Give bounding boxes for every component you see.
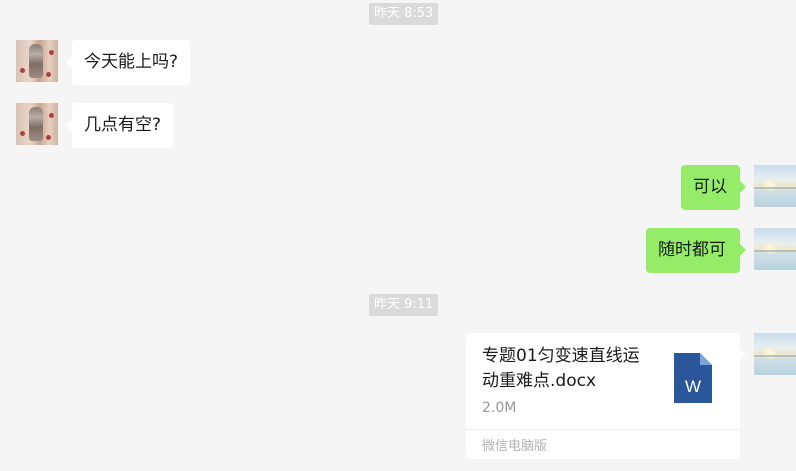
avatar-decoration bbox=[49, 113, 54, 118]
avatar-figure bbox=[29, 107, 43, 141]
word-icon-letter: W bbox=[685, 377, 701, 396]
self-avatar[interactable] bbox=[754, 165, 796, 207]
file-source-label: 微信电脑版 bbox=[482, 439, 548, 454]
file-size: 2.0M bbox=[482, 400, 517, 416]
friend-avatar[interactable] bbox=[16, 103, 58, 145]
word-doc-icon: W bbox=[674, 353, 712, 403]
chat-message-area[interactable]: 昨天 8:53 今天能上吗? 几点有空? 可以 随时都可 昨天 9:11 专题0… bbox=[0, 0, 796, 471]
avatar-horizon bbox=[754, 250, 796, 252]
file-name: 专题01匀变速直线运动重难点.docx bbox=[482, 346, 640, 391]
timestamp: 昨天 8:53 bbox=[369, 3, 439, 25]
timestamp: 昨天 9:11 bbox=[369, 294, 439, 316]
outgoing-message[interactable]: 可以 bbox=[681, 165, 746, 210]
file-message-card[interactable]: 专题01匀变速直线运动重难点.docx 2.0M W 微信电脑版 bbox=[466, 333, 746, 459]
avatar-decoration bbox=[20, 131, 25, 136]
outgoing-message[interactable]: 随时都可 bbox=[646, 228, 746, 273]
avatar-figure bbox=[29, 44, 43, 78]
avatar-horizon bbox=[754, 187, 796, 189]
self-avatar[interactable] bbox=[754, 228, 796, 270]
avatar-decoration bbox=[46, 72, 51, 77]
self-avatar[interactable] bbox=[754, 333, 796, 375]
avatar-decoration bbox=[46, 135, 51, 140]
avatar-decoration bbox=[49, 50, 54, 55]
avatar-decoration bbox=[20, 68, 25, 73]
incoming-message[interactable]: 几点有空? bbox=[65, 103, 174, 148]
divider bbox=[466, 429, 740, 430]
avatar-sun bbox=[763, 347, 777, 359]
friend-avatar[interactable] bbox=[16, 40, 58, 82]
avatar-horizon bbox=[754, 355, 796, 357]
incoming-message[interactable]: 今天能上吗? bbox=[65, 40, 191, 85]
avatar-sun bbox=[763, 179, 777, 191]
avatar-sun bbox=[763, 242, 777, 254]
